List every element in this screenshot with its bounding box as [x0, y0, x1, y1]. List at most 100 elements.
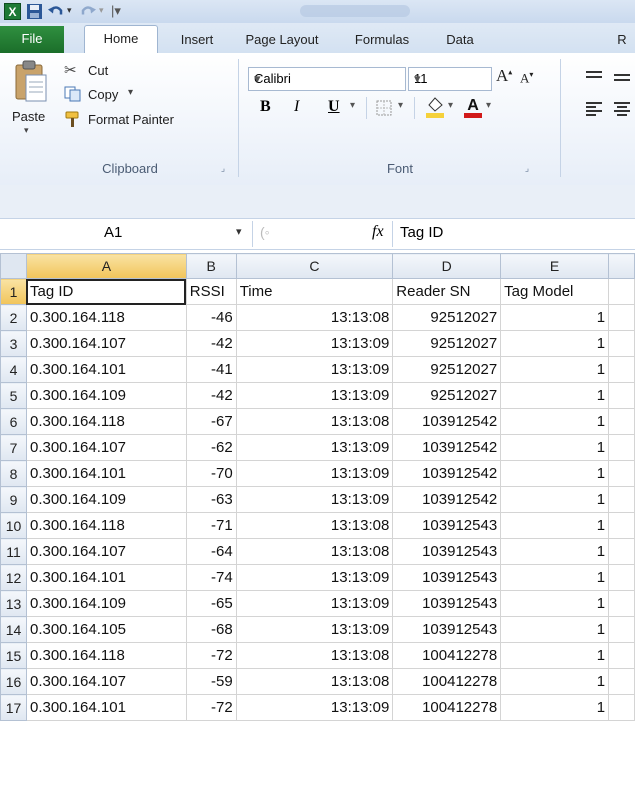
cell-e[interactable]: 1: [500, 590, 610, 617]
cell-f[interactable]: [608, 642, 635, 669]
select-all-button[interactable]: [0, 253, 27, 279]
cell-b[interactable]: -70: [185, 460, 237, 487]
cell-c[interactable]: 13:13:09: [235, 486, 394, 513]
cell-a[interactable]: 0.300.164.107: [25, 668, 187, 695]
copy-button[interactable]: Copy: [88, 87, 118, 102]
cell-d[interactable]: 103912543: [392, 564, 502, 591]
cell-b[interactable]: RSSI: [185, 278, 237, 305]
row-header[interactable]: 9: [0, 486, 27, 513]
name-box[interactable]: A1 ▾: [0, 219, 242, 249]
cell-d[interactable]: 92512027: [392, 304, 502, 331]
bold-button[interactable]: B: [260, 98, 271, 116]
cell-f[interactable]: [608, 382, 635, 409]
cell-d[interactable]: 103912542: [392, 434, 502, 461]
cell-d[interactable]: 100412278: [392, 694, 502, 721]
cell-a[interactable]: 0.300.164.107: [25, 330, 187, 357]
font-size-dropdown-icon[interactable]: ▾: [414, 71, 488, 87]
cell-a[interactable]: 0.300.164.107: [25, 434, 187, 461]
cell-b[interactable]: -63: [185, 486, 237, 513]
cell-b[interactable]: -62: [185, 434, 237, 461]
cell-c[interactable]: 13:13:09: [235, 590, 394, 617]
cell-b[interactable]: -42: [185, 382, 237, 409]
tab-data[interactable]: Data: [430, 27, 490, 53]
cell-a[interactable]: 0.300.164.107: [25, 538, 187, 565]
row-header[interactable]: 15: [0, 642, 27, 669]
column-header-a[interactable]: A: [25, 253, 187, 279]
underline-dropdown-icon[interactable]: ▾: [350, 100, 355, 111]
cell-f[interactable]: [608, 434, 635, 461]
row-header[interactable]: 13: [0, 590, 27, 617]
cell-e[interactable]: 1: [500, 408, 610, 435]
row-header[interactable]: 14: [0, 616, 27, 643]
cell-e[interactable]: 1: [500, 356, 610, 383]
cell-f[interactable]: [608, 278, 635, 305]
column-header-b[interactable]: B: [185, 253, 237, 279]
format-painter-button[interactable]: Format Painter: [88, 112, 174, 127]
cell-e[interactable]: 1: [500, 304, 610, 331]
cell-e[interactable]: 1: [500, 564, 610, 591]
row-header[interactable]: 10: [0, 512, 27, 539]
cell-c[interactable]: 13:13:08: [235, 642, 394, 669]
cell-a[interactable]: 0.300.164.118: [25, 304, 187, 331]
cell-c[interactable]: 13:13:09: [235, 330, 394, 357]
font-name-combobox[interactable]: Calibri ▾: [248, 67, 406, 91]
cell-d[interactable]: 103912543: [392, 512, 502, 539]
tab-file[interactable]: File: [0, 26, 64, 53]
row-header[interactable]: 11: [0, 538, 27, 565]
cell-c[interactable]: 13:13:08: [235, 408, 394, 435]
tab-review-partial[interactable]: R: [612, 27, 632, 53]
cell-f[interactable]: [608, 538, 635, 565]
cell-f[interactable]: [608, 460, 635, 487]
cell-f[interactable]: [608, 512, 635, 539]
cell-b[interactable]: -67: [185, 408, 237, 435]
cell-b[interactable]: -42: [185, 330, 237, 357]
fill-color-dropdown-icon[interactable]: ▾: [448, 100, 453, 111]
tab-page-layout[interactable]: Page Layout: [232, 27, 332, 53]
shrink-font-icon[interactable]: A▾: [520, 70, 533, 86]
redo-dropdown-icon[interactable]: ▾: [99, 5, 104, 16]
row-header[interactable]: 16: [0, 668, 27, 695]
cell-e[interactable]: Tag Model: [500, 278, 610, 305]
cell-f[interactable]: [608, 356, 635, 383]
cell-a[interactable]: 0.300.164.105: [25, 616, 187, 643]
cell-c[interactable]: 13:13:09: [235, 460, 394, 487]
cell-d[interactable]: 103912543: [392, 538, 502, 565]
cell-b[interactable]: -74: [185, 564, 237, 591]
cell-f[interactable]: [608, 304, 635, 331]
cell-b[interactable]: -71: [185, 512, 237, 539]
row-header[interactable]: 12: [0, 564, 27, 591]
cell-b[interactable]: -64: [185, 538, 237, 565]
cell-a[interactable]: 0.300.164.109: [25, 486, 187, 513]
cell-d[interactable]: 100412278: [392, 668, 502, 695]
cell-a[interactable]: 0.300.164.109: [25, 382, 187, 409]
cell-c[interactable]: Time: [235, 278, 394, 305]
cell-a[interactable]: 0.300.164.118: [25, 642, 187, 669]
cell-c[interactable]: 13:13:09: [235, 356, 394, 383]
cell-c[interactable]: 13:13:08: [235, 538, 394, 565]
cell-d[interactable]: 103912542: [392, 486, 502, 513]
row-header[interactable]: 7: [0, 434, 27, 461]
cell-f[interactable]: [608, 694, 635, 721]
row-header[interactable]: 3: [0, 330, 27, 357]
cell-e[interactable]: 1: [500, 616, 610, 643]
cell-d[interactable]: 100412278: [392, 642, 502, 669]
cell-f[interactable]: [608, 668, 635, 695]
cell-f[interactable]: [608, 486, 635, 513]
cell-e[interactable]: 1: [500, 486, 610, 513]
row-header[interactable]: 5: [0, 382, 27, 409]
save-icon[interactable]: [26, 3, 43, 20]
name-box-dropdown-icon[interactable]: ▾: [236, 225, 242, 238]
cell-e[interactable]: 1: [500, 460, 610, 487]
cell-f[interactable]: [608, 564, 635, 591]
cell-e[interactable]: 1: [500, 512, 610, 539]
undo-icon[interactable]: [48, 3, 64, 20]
column-header-f[interactable]: [608, 253, 635, 279]
cell-b[interactable]: -65: [185, 590, 237, 617]
tab-formulas[interactable]: Formulas: [340, 27, 424, 53]
align-middle-icon[interactable]: [612, 69, 632, 85]
paste-dropdown-icon[interactable]: ▾: [24, 125, 29, 136]
underline-button[interactable]: U: [328, 98, 340, 116]
column-header-e[interactable]: E: [500, 253, 610, 279]
cell-d[interactable]: Reader SN: [392, 278, 502, 305]
align-top-icon[interactable]: [584, 69, 604, 85]
